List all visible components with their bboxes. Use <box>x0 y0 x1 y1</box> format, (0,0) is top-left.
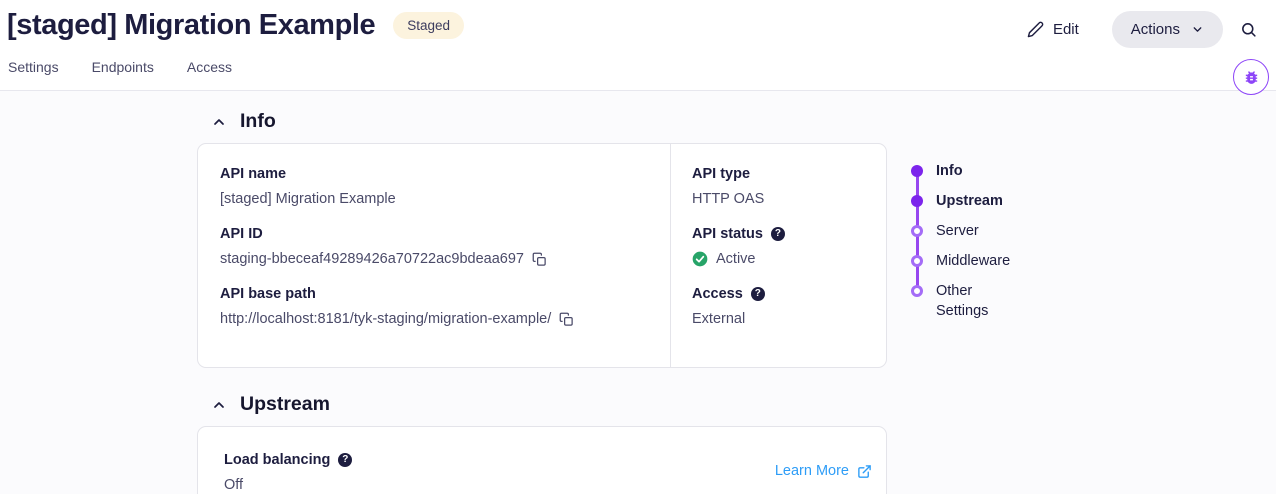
upstream-section-title: Upstream <box>240 393 330 416</box>
section-nav-label: Info <box>936 156 963 181</box>
section-nav-item-info[interactable]: Info <box>905 156 1005 186</box>
api-status-label-text: API status <box>692 224 763 244</box>
title-row: [staged] Migration Example Staged <box>7 9 464 42</box>
api-status-label: API status ? <box>692 224 865 244</box>
actions-button[interactable]: Actions <box>1112 11 1223 48</box>
load-balancing-field: Load balancing ? Off <box>224 450 352 494</box>
section-nav-item-other-settings[interactable]: Other Settings <box>905 276 1005 326</box>
external-link-icon <box>857 464 872 479</box>
api-type-field: API type HTTP OAS <box>692 164 865 209</box>
upstream-card: Load balancing ? Off Learn More <box>197 426 887 494</box>
tab-bar: Settings Endpoints Access <box>8 59 232 75</box>
api-status-field: API status ? Active <box>692 224 865 269</box>
access-label: Access ? <box>692 284 865 304</box>
api-name-field: API name [staged] Migration Example <box>220 164 648 209</box>
api-status-value: Active <box>692 249 865 269</box>
info-section-header[interactable]: Info <box>197 110 887 133</box>
learn-more-link[interactable]: Learn More <box>775 463 872 479</box>
load-balancing-label: Load balancing ? <box>224 450 352 470</box>
help-icon[interactable]: ? <box>338 453 352 467</box>
section-nav-item-upstream[interactable]: Upstream <box>905 186 1005 216</box>
section-nav: Info Upstream Server Middleware Other Se… <box>905 156 1005 326</box>
check-circle-icon <box>692 251 708 267</box>
access-field: Access ? External <box>692 284 865 329</box>
api-id-field: API ID staging-bbeceaf49289426a70722ac9b… <box>220 224 648 269</box>
copy-icon[interactable] <box>559 312 574 327</box>
search-button[interactable] <box>1240 21 1257 38</box>
copy-icon[interactable] <box>532 252 547 267</box>
api-name-value: [staged] Migration Example <box>220 189 648 209</box>
status-badge: Staged <box>393 12 464 40</box>
info-section-title: Info <box>240 110 276 133</box>
header: [staged] Migration Example Staged Settin… <box>0 0 1276 91</box>
bug-icon <box>1243 69 1260 86</box>
section-nav-label: Other Settings <box>936 276 1005 321</box>
section-nav-label: Server <box>936 216 979 241</box>
tab-endpoints[interactable]: Endpoints <box>92 59 154 75</box>
section-nav-label: Upstream <box>936 186 1003 211</box>
header-controls: Edit Actions <box>1027 11 1257 48</box>
pencil-icon <box>1027 21 1044 38</box>
api-status-text: Active <box>716 249 756 269</box>
api-base-path-text: http://localhost:8181/tyk-staging/migrat… <box>220 309 551 329</box>
tab-access[interactable]: Access <box>187 59 232 75</box>
api-base-path-field: API base path http://localhost:8181/tyk-… <box>220 284 648 329</box>
info-card-right-column: API type HTTP OAS API status ? Active <box>670 144 886 367</box>
chevron-up-icon <box>211 397 227 413</box>
hollow-dot-icon <box>911 225 923 237</box>
help-icon[interactable]: ? <box>771 227 785 241</box>
api-id-value: staging-bbeceaf49289426a70722ac9bdeaa697 <box>220 249 648 269</box>
api-id-label: API ID <box>220 224 648 244</box>
hollow-dot-icon <box>911 285 923 297</box>
edit-button[interactable]: Edit <box>1027 21 1079 38</box>
api-type-value: HTTP OAS <box>692 189 865 209</box>
api-id-text: staging-bbeceaf49289426a70722ac9bdeaa697 <box>220 249 524 269</box>
hollow-dot-icon <box>911 255 923 267</box>
debug-widget-button[interactable] <box>1233 59 1269 95</box>
section-nav-item-middleware[interactable]: Middleware <box>905 246 1005 276</box>
api-name-label: API name <box>220 164 648 184</box>
access-value: External <box>692 309 865 329</box>
edit-button-label: Edit <box>1053 21 1079 38</box>
api-detail-page: [staged] Migration Example Staged Settin… <box>0 0 1276 494</box>
upstream-section-header[interactable]: Upstream <box>197 393 887 416</box>
help-icon[interactable]: ? <box>751 287 765 301</box>
actions-button-label: Actions <box>1131 21 1180 38</box>
section-nav-item-server[interactable]: Server <box>905 216 1005 246</box>
learn-more-label: Learn More <box>775 463 849 479</box>
search-icon <box>1240 21 1257 38</box>
main-column: Info API name [staged] Migration Example… <box>197 91 887 494</box>
filled-dot-icon <box>911 195 923 207</box>
access-label-text: Access <box>692 284 743 304</box>
load-balancing-value: Off <box>224 475 352 494</box>
filled-dot-icon <box>911 165 923 177</box>
info-card-left-column: API name [staged] Migration Example API … <box>198 144 670 367</box>
section-nav-label: Middleware <box>936 246 1010 271</box>
api-base-path-value: http://localhost:8181/tyk-staging/migrat… <box>220 309 648 329</box>
chevron-up-icon <box>211 114 227 130</box>
api-type-label: API type <box>692 164 865 184</box>
info-card: API name [staged] Migration Example API … <box>197 143 887 368</box>
content-area: Info API name [staged] Migration Example… <box>0 91 1276 494</box>
page-title: [staged] Migration Example <box>7 9 375 42</box>
chevron-down-icon <box>1191 23 1204 36</box>
tab-settings[interactable]: Settings <box>8 59 59 75</box>
load-balancing-label-text: Load balancing <box>224 450 330 470</box>
api-base-path-label: API base path <box>220 284 648 304</box>
